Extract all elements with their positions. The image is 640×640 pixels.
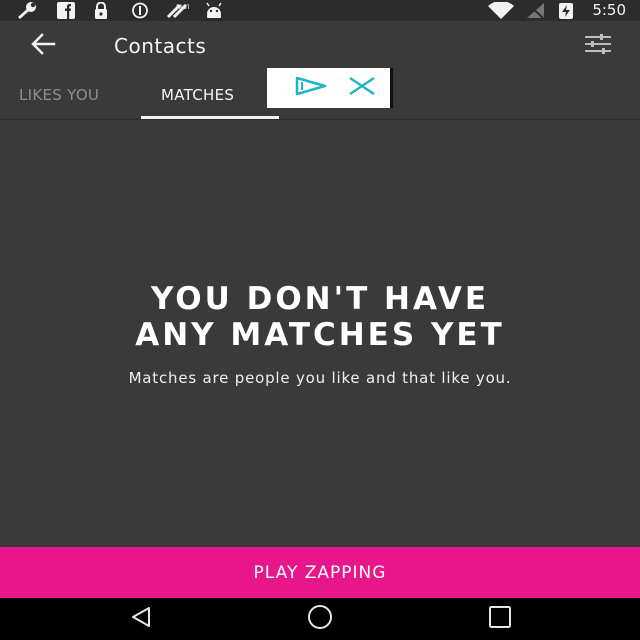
empty-title-line1: YOU DON'T HAVE [150,281,490,317]
svg-text:FAST: FAST [176,4,189,11]
wrench-icon [15,2,39,19]
back-triangle-icon [129,606,153,632]
empty-state-subtitle: Matches are people you like and that lik… [128,369,512,387]
lock-icon [92,2,110,19]
tab-likes-you[interactable]: LIKES YOU [19,85,99,105]
wifi-icon [486,2,516,19]
data-icon: FAST [164,2,190,19]
play-outline-icon[interactable] [293,75,329,101]
facebook-icon [56,2,76,19]
tab-active-indicator [141,116,279,119]
sync-icon [130,2,150,19]
android-icon [203,2,225,19]
nav-home-button[interactable] [300,605,340,633]
no-signal-icon [524,2,546,19]
app-bar: Contacts [0,21,640,71]
status-time: 5:50 [592,1,626,19]
nav-recents-button[interactable] [480,606,520,632]
close-icon[interactable] [347,76,377,100]
filter-button[interactable] [582,33,614,59]
nav-back-button[interactable] [121,606,161,632]
tab-matches[interactable]: MATCHES [161,85,234,105]
battery-charging-icon [556,2,576,19]
empty-state-title: YOU DON'T HAVE ANY MATCHES YET [20,281,620,353]
empty-state: YOU DON'T HAVE ANY MATCHES YET Matches a… [0,121,640,547]
page-title: Contacts [114,34,207,58]
recents-square-icon [488,606,512,632]
sliders-icon [584,33,612,59]
ad-badge[interactable] [267,68,393,108]
arrow-back-icon [30,33,56,59]
empty-title-line2: ANY MATCHES YET [135,317,505,353]
back-button[interactable] [26,31,60,61]
home-circle-icon [305,605,335,633]
system-nav-bar [0,598,640,640]
status-bar: FAST 5:50 [0,0,640,21]
play-zapping-button[interactable]: PLAY ZAPPING [0,547,640,598]
